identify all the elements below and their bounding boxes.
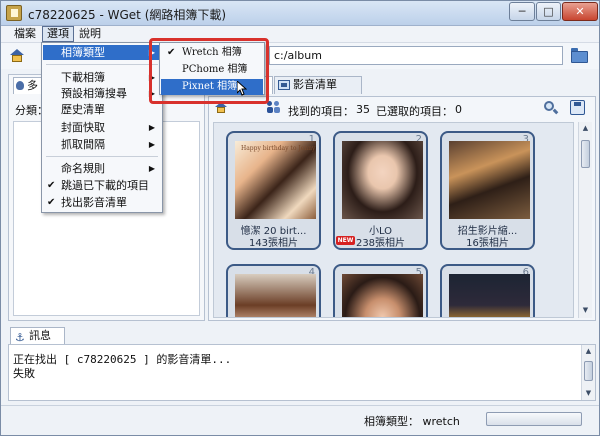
menu-options[interactable]: 選項 xyxy=(42,26,74,42)
submenu-arrow-icon: ▶ xyxy=(148,164,155,173)
menu-bar: 檔案 選項 說明 xyxy=(1,26,599,43)
menu-item-album-type[interactable]: 相簿類型 ▶ xyxy=(43,45,161,60)
thumbnail-caption: Happy birthday to Jenny xyxy=(241,145,316,152)
album-card[interactable]: 3 招生影片縮... 16張相片 xyxy=(440,131,535,250)
tab-video-list-label: 影音清單 xyxy=(293,78,337,91)
menu-separator xyxy=(46,156,158,157)
menu-item-label: 跳過已下載的項目 xyxy=(61,179,149,192)
main-content: 找到的項目： 35 已選取的項目： 0 1 Happy birthday to … xyxy=(208,96,596,321)
album-thumbnail: Happy birthday to Jenny xyxy=(235,141,316,219)
found-label: 找到的項目： xyxy=(288,105,354,118)
tab-log[interactable]: ⚓ 訊息 xyxy=(10,327,65,344)
menu-item-label: 下載相簿 xyxy=(61,71,105,84)
scroll-down-icon[interactable]: ▼ xyxy=(579,304,592,317)
tab-log-label: 訊息 xyxy=(29,329,51,342)
album-thumbnail xyxy=(342,274,423,317)
progress-bar xyxy=(486,412,582,426)
folder-icon[interactable] xyxy=(571,48,588,63)
mouse-cursor-icon xyxy=(237,81,247,96)
log-line: 失敗 xyxy=(13,367,35,380)
menu-item-label: 封面快取 xyxy=(61,121,105,134)
scroll-up-icon[interactable]: ▲ xyxy=(582,345,595,358)
menu-item-label: 歷史清單 xyxy=(61,103,105,116)
menu-item-label: 預設相簿搜尋 xyxy=(61,87,127,100)
album-card[interactable]: 6 xyxy=(440,264,535,317)
window-title: c78220625 - WGet (網路相簿下載) xyxy=(28,8,227,22)
album-grid-scrollbar[interactable]: ▲ ▼ xyxy=(578,122,592,318)
video-tab-icon xyxy=(278,80,290,90)
menu-separator xyxy=(46,64,158,65)
album-card[interactable]: 4 xyxy=(226,264,321,317)
submenu-arrow-icon: ▶ xyxy=(148,140,155,149)
app-icon xyxy=(6,5,22,21)
log-output[interactable]: 正在找出 [ c78220625 ] 的影音清單... 失敗 ▲ ▼ xyxy=(8,344,596,401)
scroll-thumb[interactable] xyxy=(584,361,593,381)
menu-item-download-album[interactable]: 下載相簿 ▶ xyxy=(43,70,161,85)
album-thumbnail xyxy=(449,274,530,317)
minimize-button[interactable]: ─ xyxy=(509,2,535,21)
album-card[interactable]: 2 小LO 238張相片 NEW xyxy=(333,131,428,250)
pin-icon xyxy=(16,81,24,90)
maximize-button[interactable]: □ xyxy=(536,2,561,21)
users-icon xyxy=(267,101,281,114)
menu-item-label: 命名規則 xyxy=(61,162,105,175)
scroll-thumb[interactable] xyxy=(581,140,590,168)
found-count: 35 xyxy=(356,103,370,116)
menu-item-default-search[interactable]: 預設相簿搜尋 ▶ xyxy=(43,86,161,101)
album-thumbnail xyxy=(235,274,316,317)
path-input[interactable] xyxy=(269,46,563,65)
album-grid: 1 Happy birthday to Jenny 憶潔 20 birt... … xyxy=(213,122,574,318)
menu-item-label: 相簿類型 xyxy=(61,46,105,59)
save-icon[interactable] xyxy=(570,100,585,115)
log-scrollbar[interactable]: ▲ ▼ xyxy=(581,345,595,400)
selected-label: 已選取的項目： xyxy=(376,105,453,118)
menu-item-naming-rule[interactable]: 命名規則 ▶ xyxy=(43,161,161,176)
tab-video-list[interactable]: 影音清單 xyxy=(274,76,362,94)
left-panel-tab-label: 多 xyxy=(27,79,38,92)
menu-item-cover-cache[interactable]: 封面快取 ▶ xyxy=(43,120,161,135)
home-icon[interactable] xyxy=(10,49,24,62)
check-icon: ✔ xyxy=(47,180,56,191)
anchor-icon: ⚓ xyxy=(15,331,25,344)
menu-item-find-video-list[interactable]: ✔ 找出影音清單 xyxy=(43,195,161,210)
menu-item-fetch-interval[interactable]: 抓取間隔 ▶ xyxy=(43,137,161,152)
selected-count: 0 xyxy=(455,103,462,116)
new-badge: NEW xyxy=(336,236,355,245)
menu-item-history[interactable]: 歷史清單 xyxy=(43,102,161,117)
album-thumbnail xyxy=(449,141,530,219)
app-window: c78220625 - WGet (網路相簿下載) ─ □ ✕ 檔案 選項 說明… xyxy=(0,0,600,436)
album-thumbnail xyxy=(342,141,423,219)
menu-file[interactable]: 檔案 xyxy=(10,26,40,42)
menu-item-label: 找出影音清單 xyxy=(61,196,127,209)
scroll-down-icon[interactable]: ▼ xyxy=(582,387,595,400)
album-card[interactable]: 1 Happy birthday to Jenny 憶潔 20 birt... … xyxy=(226,131,321,250)
options-menu: 相簿類型 ▶ 下載相簿 ▶ 預設相簿搜尋 ▶ 歷史清單 封面快取 ▶ 抓取間隔 … xyxy=(41,42,163,213)
log-header: ⚓ 訊息 xyxy=(8,326,596,344)
submenu-arrow-icon: ▶ xyxy=(148,123,155,132)
album-type-status: 相簿類型： wretch xyxy=(364,415,460,428)
title-bar: c78220625 - WGet (網路相簿下載) ─ □ ✕ xyxy=(1,1,599,26)
album-card[interactable]: 5 xyxy=(333,264,428,317)
annotation-highlight-frame xyxy=(149,38,269,104)
album-photo-count: 16張相片 xyxy=(466,238,509,249)
close-button[interactable]: ✕ xyxy=(562,2,598,21)
scroll-up-icon[interactable]: ▲ xyxy=(579,122,592,135)
album-photo-count: 143張相片 xyxy=(248,238,299,249)
search-icon[interactable] xyxy=(544,101,559,115)
menu-item-label: 抓取間隔 xyxy=(61,138,105,151)
log-line: 正在找出 [ c78220625 ] 的影音清單... xyxy=(13,353,232,366)
check-icon: ✔ xyxy=(47,197,56,208)
status-bar: 相簿類型： wretch xyxy=(1,405,599,435)
menu-item-skip-downloaded[interactable]: ✔ 跳過已下載的項目 xyxy=(43,178,161,193)
menu-help[interactable]: 說明 xyxy=(75,26,105,42)
